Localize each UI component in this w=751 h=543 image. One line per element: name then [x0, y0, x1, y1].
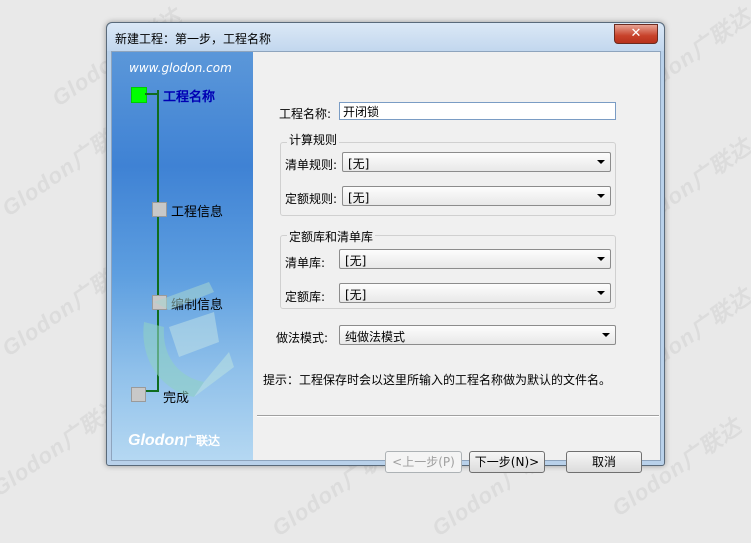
- step-indicator-icon: [131, 87, 147, 103]
- quota-rule-value: [无]: [348, 191, 370, 205]
- quota-lib-value: [无]: [345, 288, 367, 302]
- chevron-down-icon: [597, 160, 605, 164]
- mode-value: 纯做法模式: [345, 330, 406, 344]
- list-lib-select[interactable]: [无]: [339, 249, 611, 269]
- logo-text: Glodon: [128, 432, 184, 449]
- list-lib-value: [无]: [345, 254, 367, 268]
- list-rule-label: 清单规则:: [285, 158, 338, 172]
- chevron-down-icon: [597, 257, 605, 261]
- logo-cn-text: 广联达: [183, 434, 220, 448]
- quota-rule-label: 定额规则:: [285, 192, 338, 206]
- step-indicator-icon: [152, 202, 167, 217]
- prev-button[interactable]: <上一步(P): [385, 451, 462, 473]
- step-project-info: 工程信息: [171, 205, 224, 220]
- divider: [257, 415, 659, 417]
- project-name-label: 工程名称:: [279, 107, 332, 121]
- cancel-button[interactable]: 取消: [566, 451, 642, 473]
- chevron-down-icon: [597, 291, 605, 295]
- list-rule-select[interactable]: [无]: [342, 152, 611, 172]
- list-lib-label: 清单库:: [285, 256, 326, 270]
- glodon-logo-icon: [143, 282, 234, 397]
- step-connector: [145, 93, 157, 95]
- window-title: 新建工程：第一步，工程名称: [115, 32, 272, 46]
- mode-select[interactable]: 纯做法模式: [339, 325, 616, 345]
- chevron-down-icon: [602, 333, 610, 337]
- next-button[interactable]: 下一步(N)>: [469, 451, 545, 473]
- sidebar-url: www.glodon.com: [129, 61, 232, 75]
- library-group-title: 定额库和清单库: [287, 228, 376, 245]
- step-project-name: 工程名称: [163, 90, 216, 105]
- quota-lib-select[interactable]: [无]: [339, 283, 611, 303]
- quota-rule-select[interactable]: [无]: [342, 186, 611, 206]
- quota-lib-label: 定额库:: [285, 290, 326, 304]
- project-name-input[interactable]: 开闭锁: [339, 102, 616, 120]
- dialog-client: www.glodon.com 工程名称 工程信息 编制信息 完成 Glodon广…: [111, 51, 661, 473]
- close-icon: ✕: [630, 26, 642, 41]
- sidebar-logo: Glodon广联达: [128, 432, 220, 450]
- list-rule-value: [无]: [348, 157, 370, 171]
- wizard-sidebar: www.glodon.com 工程名称 工程信息 编制信息 完成 Glodon广…: [112, 52, 253, 460]
- title-bar[interactable]: 新建工程：第一步，工程名称 ✕: [107, 23, 664, 51]
- chevron-down-icon: [597, 194, 605, 198]
- calc-rules-group-title: 计算规则: [287, 131, 340, 148]
- hint-text: 提示：工程保存时会以这里所输入的工程名称做为默认的文件名。: [263, 373, 612, 387]
- new-project-dialog: 新建工程：第一步，工程名称 ✕ www.glodon.com 工程名称 工程信息…: [106, 22, 665, 473]
- close-button[interactable]: ✕: [614, 24, 658, 44]
- mode-label: 做法模式:: [276, 331, 329, 345]
